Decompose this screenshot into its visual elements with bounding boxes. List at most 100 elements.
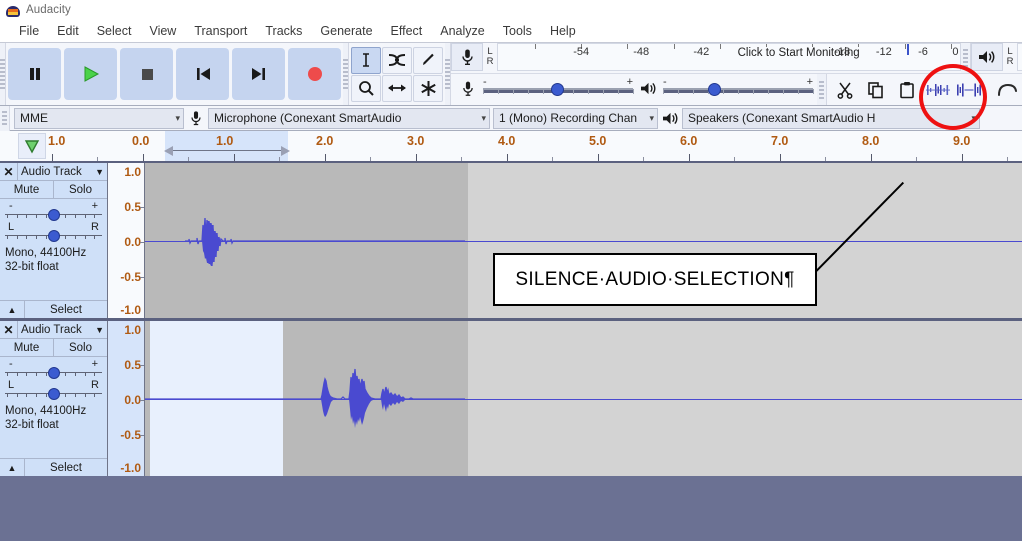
- track-2-select-button[interactable]: Select: [25, 459, 107, 476]
- collapse-up-icon[interactable]: ▲: [0, 459, 25, 476]
- track-2-solo-button[interactable]: Solo: [54, 339, 107, 356]
- callout-label: SILENCE·AUDIO·SELECTION¶: [493, 253, 817, 306]
- track-2-name-menu[interactable]: Audio Track ▼: [18, 324, 107, 336]
- menu-view[interactable]: View: [140, 22, 185, 40]
- pinned-play-head-icon: [24, 139, 40, 153]
- selection-tool-button[interactable]: [351, 46, 381, 74]
- i-beam-icon: [363, 53, 369, 67]
- recording-meter-tick--18: -18: [834, 46, 851, 58]
- paste-button[interactable]: [891, 76, 922, 104]
- record-button[interactable]: [288, 48, 341, 100]
- menu-edit[interactable]: Edit: [48, 22, 88, 40]
- track-2-waveform[interactable]: [145, 321, 1022, 476]
- menu-generate[interactable]: Generate: [311, 22, 381, 40]
- close-icon[interactable]: ✕: [0, 163, 18, 180]
- ruler-label-8: 8.0: [862, 134, 880, 148]
- track-2-vertical-ruler: 1.0 0.5 0.0 -0.5 -1.0: [108, 321, 145, 476]
- stop-button[interactable]: [120, 48, 173, 100]
- undo-icon: [997, 83, 1017, 96]
- undo-button[interactable]: [991, 76, 1022, 104]
- timeline-ruler[interactable]: 1.0 0.0 1.0 2.0 3.0 4.0 5.0 6.0 7.0 8.0 …: [0, 131, 1022, 163]
- cut-button[interactable]: [829, 76, 860, 104]
- menu-tools[interactable]: Tools: [494, 22, 541, 40]
- menu-transport[interactable]: Transport: [185, 22, 256, 40]
- menu-select[interactable]: Select: [88, 22, 141, 40]
- track-2-gain-slider[interactable]: - +: [5, 358, 102, 379]
- device-toolbar-grabber[interactable]: [0, 102, 10, 134]
- track-1-vruler--05: -0.5: [120, 270, 141, 284]
- track-2-mute-solo: Mute Solo: [0, 339, 107, 357]
- track-2-pan-knob[interactable]: [47, 388, 60, 400]
- ruler-label-7: 7.0: [771, 134, 789, 148]
- pause-icon: [29, 68, 40, 80]
- track-1-vruler-0: 0.0: [124, 235, 141, 249]
- playback-volume-slider[interactable]: - +: [663, 76, 814, 96]
- track-1-mute-button[interactable]: Mute: [0, 181, 54, 198]
- track-1-solo-button[interactable]: Solo: [54, 181, 107, 198]
- recording-device-select[interactable]: Microphone (Conexant SmartAudio ▾: [208, 107, 490, 129]
- track-2-gain-plus: +: [91, 358, 98, 370]
- silence-button-highlight-ring: [919, 64, 987, 130]
- ruler-label-6: 6.0: [680, 134, 698, 148]
- ruler-label-5: 5.0: [589, 134, 607, 148]
- collapse-up-icon[interactable]: ▲: [0, 301, 25, 318]
- recording-meter-toolbar[interactable]: L R -54 -48 -42 Click to Start Monitorin…: [451, 43, 961, 71]
- playback-meter-bars[interactable]: [1017, 43, 1022, 71]
- menu-bar: File Edit Select View Transport Tracks G…: [0, 20, 1022, 42]
- recording-volume-slider[interactable]: - +: [483, 76, 634, 96]
- recording-volume-knob[interactable]: [550, 83, 564, 96]
- record-icon: [307, 67, 322, 81]
- track-1-gain-plus: +: [91, 200, 98, 212]
- pause-button[interactable]: [8, 48, 61, 100]
- pencil-icon: [423, 53, 434, 65]
- menu-help[interactable]: Help: [541, 22, 585, 40]
- audio-host-select[interactable]: MME ▾: [14, 107, 184, 129]
- envelope-tool-button[interactable]: [382, 46, 412, 74]
- track-1-pan-knob[interactable]: [47, 230, 60, 242]
- track-1-gain-knob[interactable]: [47, 209, 60, 221]
- zoom-tool-button[interactable]: [351, 74, 381, 102]
- playback-volume-knob[interactable]: [708, 83, 721, 96]
- close-icon[interactable]: ✕: [0, 321, 18, 338]
- track-2-gain-knob[interactable]: [47, 367, 60, 379]
- speaker-icon: [979, 51, 995, 63]
- skip-end-icon: [251, 68, 265, 80]
- skip-to-end-button[interactable]: [232, 48, 285, 100]
- menu-file[interactable]: File: [10, 22, 48, 40]
- multi-tool-button[interactable]: [413, 74, 443, 102]
- empty-workspace[interactable]: [0, 476, 1022, 536]
- recording-meter-bars[interactable]: -54 -48 -42 Click to Start Monitoring -1…: [497, 43, 961, 71]
- edit-toolbar-grabber[interactable]: [817, 74, 827, 105]
- audio-host-value: MME: [20, 111, 48, 125]
- time-shift-tool-button[interactable]: [382, 74, 412, 102]
- track-1-select-button[interactable]: Select: [25, 301, 107, 318]
- pinned-play-head-button[interactable]: [18, 133, 46, 159]
- chevron-down-icon: ▾: [481, 112, 486, 123]
- track-1-name-menu[interactable]: Audio Track ▼: [18, 166, 107, 178]
- track-2-name: Audio Track: [21, 323, 82, 336]
- menu-analyze[interactable]: Analyze: [431, 22, 493, 40]
- menu-tracks[interactable]: Tracks: [256, 22, 311, 40]
- recording-volume-plus: +: [626, 76, 633, 88]
- playback-meter-toolbar[interactable]: L R: [971, 43, 1022, 71]
- stop-icon: [141, 69, 153, 80]
- copy-button[interactable]: [860, 76, 891, 104]
- recording-meter-tick--6: -6: [918, 46, 928, 58]
- track-1-gain-slider[interactable]: - +: [5, 200, 102, 221]
- asterisk-icon: [420, 80, 436, 96]
- draw-tool-button[interactable]: [413, 46, 443, 74]
- recording-meter-mic-button[interactable]: [451, 43, 483, 71]
- track-1-vruler-05: 0.5: [124, 200, 141, 214]
- ruler-label--1: 1.0: [48, 134, 66, 148]
- skip-to-start-button[interactable]: [176, 48, 229, 100]
- track-2-pan-slider[interactable]: L R: [5, 379, 102, 400]
- menu-effect[interactable]: Effect: [382, 22, 432, 40]
- recording-channels-select[interactable]: 1 (Mono) Recording Chan ▾: [493, 107, 658, 129]
- playback-meter-speaker-button[interactable]: [971, 43, 1003, 71]
- playback-device-value: Speakers (Conexant SmartAudio H: [688, 111, 876, 125]
- track-1-pan-slider[interactable]: L R: [5, 221, 102, 242]
- track-2-mute-button[interactable]: Mute: [0, 339, 54, 356]
- ruler-label-1: 1.0: [216, 134, 234, 148]
- recording-meter-tick--12: -12: [875, 46, 892, 58]
- play-button[interactable]: [64, 48, 117, 100]
